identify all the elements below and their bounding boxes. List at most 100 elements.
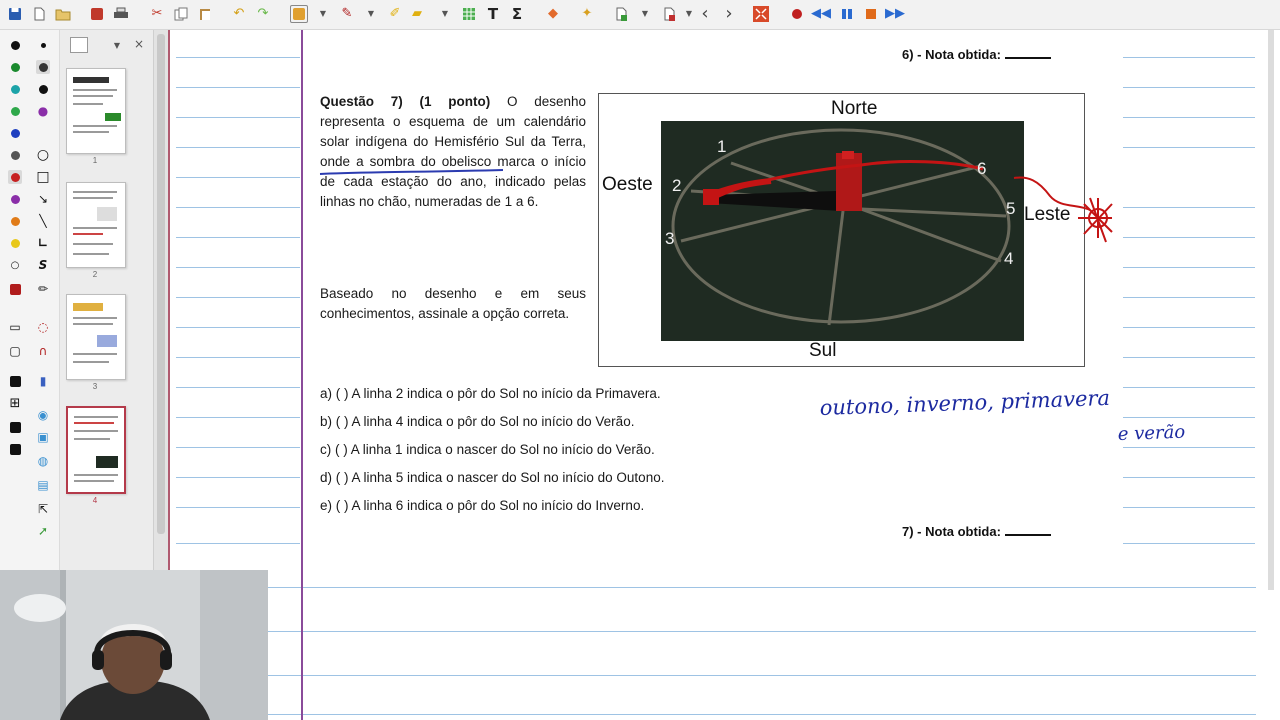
highlighter-icon[interactable]: ✐	[386, 5, 404, 23]
hand-pointer-icon[interactable]: ➚	[36, 524, 50, 538]
printer-icon[interactable]	[112, 5, 130, 23]
new-page-icon[interactable]	[30, 5, 48, 23]
ruled-line	[1123, 297, 1255, 298]
layer-icon[interactable]: ▣	[36, 430, 50, 444]
thumbnail-page-3[interactable]	[66, 294, 126, 380]
option-c[interactable]: c) ( ) A linha 1 indica o nascer do Sol …	[320, 436, 840, 464]
blob-icon[interactable]: ●	[36, 104, 50, 118]
color-teal-icon[interactable]	[8, 82, 22, 96]
chevron-down-icon[interactable]: ▼	[440, 5, 450, 23]
open-folder-icon[interactable]	[54, 5, 72, 23]
circle-tool-icon[interactable]: ○	[36, 147, 50, 163]
color-blue-icon[interactable]	[8, 126, 22, 140]
undo-icon[interactable]: ↶	[230, 5, 248, 23]
color-orange-icon[interactable]	[8, 214, 22, 228]
pen-size-large-icon[interactable]	[36, 82, 50, 96]
color-white-icon[interactable]: ○	[8, 258, 22, 272]
grid-icon[interactable]: ⊞	[8, 396, 22, 411]
text-icon[interactable]: T	[484, 5, 502, 23]
copy-icon[interactable]	[172, 5, 190, 23]
grade-6-blank[interactable]	[1004, 48, 1051, 59]
color-gray-icon[interactable]	[8, 148, 22, 162]
option-b[interactable]: b) ( ) A linha 4 indica o pôr do Sol no …	[320, 408, 840, 436]
prev-page-icon[interactable]: ‹	[696, 5, 714, 23]
thumbnail-page-1[interactable]	[66, 68, 126, 154]
ruled-line	[176, 327, 300, 328]
line-tool-icon[interactable]: ╲	[36, 214, 50, 228]
fit-page-icon[interactable]	[752, 5, 770, 23]
current-color-icon[interactable]	[8, 282, 22, 296]
scrollbar-thumb[interactable]	[1268, 30, 1274, 590]
ruled-line	[176, 417, 300, 418]
color-black-icon[interactable]	[8, 38, 22, 52]
chevron-down-icon[interactable]: ▼	[110, 38, 124, 52]
ruled-line	[1123, 57, 1255, 58]
marker-icon[interactable]: ✎	[338, 5, 356, 23]
save-icon[interactable]	[6, 5, 24, 23]
notebook-page[interactable]: 6) - Nota obtida: Questão 7) (1 ponto) O…	[168, 30, 1262, 720]
insert-page-icon[interactable]	[612, 5, 630, 23]
color-purple-icon[interactable]	[8, 192, 22, 206]
table-icon[interactable]	[460, 5, 478, 23]
page-settings-icon[interactable]	[660, 5, 678, 23]
color-green-icon[interactable]	[8, 60, 22, 74]
chevron-down-icon[interactable]: ▼	[366, 5, 376, 23]
page-scrollbar[interactable]	[1262, 30, 1280, 720]
image-icon[interactable]: ◍	[36, 454, 50, 468]
pen-size-small-icon[interactable]	[36, 38, 50, 52]
cut-icon[interactable]: ✂	[148, 5, 166, 23]
pencil-tool-icon[interactable]: ✏	[36, 282, 50, 296]
rewind-icon[interactable]: ◀◀	[811, 5, 831, 23]
ruled-line	[176, 207, 300, 208]
eraser-icon[interactable]: ◆	[544, 5, 562, 23]
option-a[interactable]: a) ( ) A linha 2 indica o pôr do Sol no …	[320, 380, 840, 408]
color-yellow-icon[interactable]	[8, 236, 22, 250]
pointer-icon[interactable]: ⇱	[36, 502, 50, 516]
black-square-2-icon[interactable]	[8, 442, 22, 456]
forward-icon[interactable]: ▶▶	[885, 5, 905, 23]
pages-view-icon[interactable]: ▭	[8, 320, 22, 334]
color-lightgreen-icon[interactable]	[8, 104, 22, 118]
bucket-icon[interactable]: ◉	[36, 408, 50, 422]
ruled-line	[1123, 117, 1255, 118]
redo-icon[interactable]: ↷	[254, 5, 272, 23]
rectangle-tool-icon[interactable]: □	[36, 169, 50, 185]
thumbnail-view-icon[interactable]	[70, 37, 88, 53]
math-icon[interactable]: Σ	[508, 5, 526, 23]
play-icon[interactable]	[838, 5, 856, 23]
option-e[interactable]: e) ( ) A linha 6 indica o pôr do Sol no …	[320, 492, 840, 520]
curve-tool-icon[interactable]: S	[36, 258, 50, 272]
pdf-icon[interactable]	[88, 5, 106, 23]
paste-icon[interactable]	[196, 5, 214, 23]
thumbnail-page-4[interactable]	[66, 406, 126, 494]
option-d[interactable]: d) ( ) A linha 5 indica o nascer do Sol …	[320, 464, 840, 492]
window-icon[interactable]: ▢	[8, 344, 22, 358]
next-page-icon[interactable]: ›	[720, 5, 738, 23]
magnet-icon[interactable]: ∩	[36, 344, 50, 358]
keyboard-icon[interactable]: ▤	[36, 478, 50, 492]
dark-box-icon[interactable]	[8, 374, 22, 388]
underline-annotation	[319, 169, 504, 175]
pen-size-medium-icon[interactable]	[36, 60, 50, 74]
record-icon[interactable]	[788, 5, 806, 23]
question-text: Questão 7) (1 ponto) O desenho represent…	[320, 92, 586, 212]
thumbnail-number: 3	[92, 382, 98, 391]
angle-tool-icon[interactable]: ∟	[36, 236, 50, 250]
arrow-tool-icon[interactable]: ↘	[36, 192, 50, 206]
chevron-down-icon[interactable]: ▼	[684, 5, 694, 23]
magic-icon[interactable]: ✦	[578, 5, 596, 23]
shape-icon[interactable]: ▰	[408, 5, 426, 23]
color-red-icon[interactable]	[8, 170, 22, 184]
stop-icon[interactable]	[862, 5, 880, 23]
thumbnail-page-2[interactable]	[66, 182, 126, 268]
lasso-icon[interactable]: ◌	[36, 320, 50, 334]
black-square-icon[interactable]	[8, 420, 22, 434]
bookmark-icon[interactable]: ▮	[36, 374, 50, 388]
handwritten-line-1: outono, inverno, primavera	[819, 386, 1110, 420]
close-panel-icon[interactable]: ×	[132, 37, 146, 51]
pen-tool-icon[interactable]	[290, 5, 308, 23]
chevron-down-icon[interactable]: ▼	[640, 5, 650, 23]
chevron-down-icon[interactable]: ▼	[318, 5, 328, 23]
scrollbar-thumb[interactable]	[157, 34, 165, 534]
grade-7-blank[interactable]	[1004, 525, 1051, 536]
